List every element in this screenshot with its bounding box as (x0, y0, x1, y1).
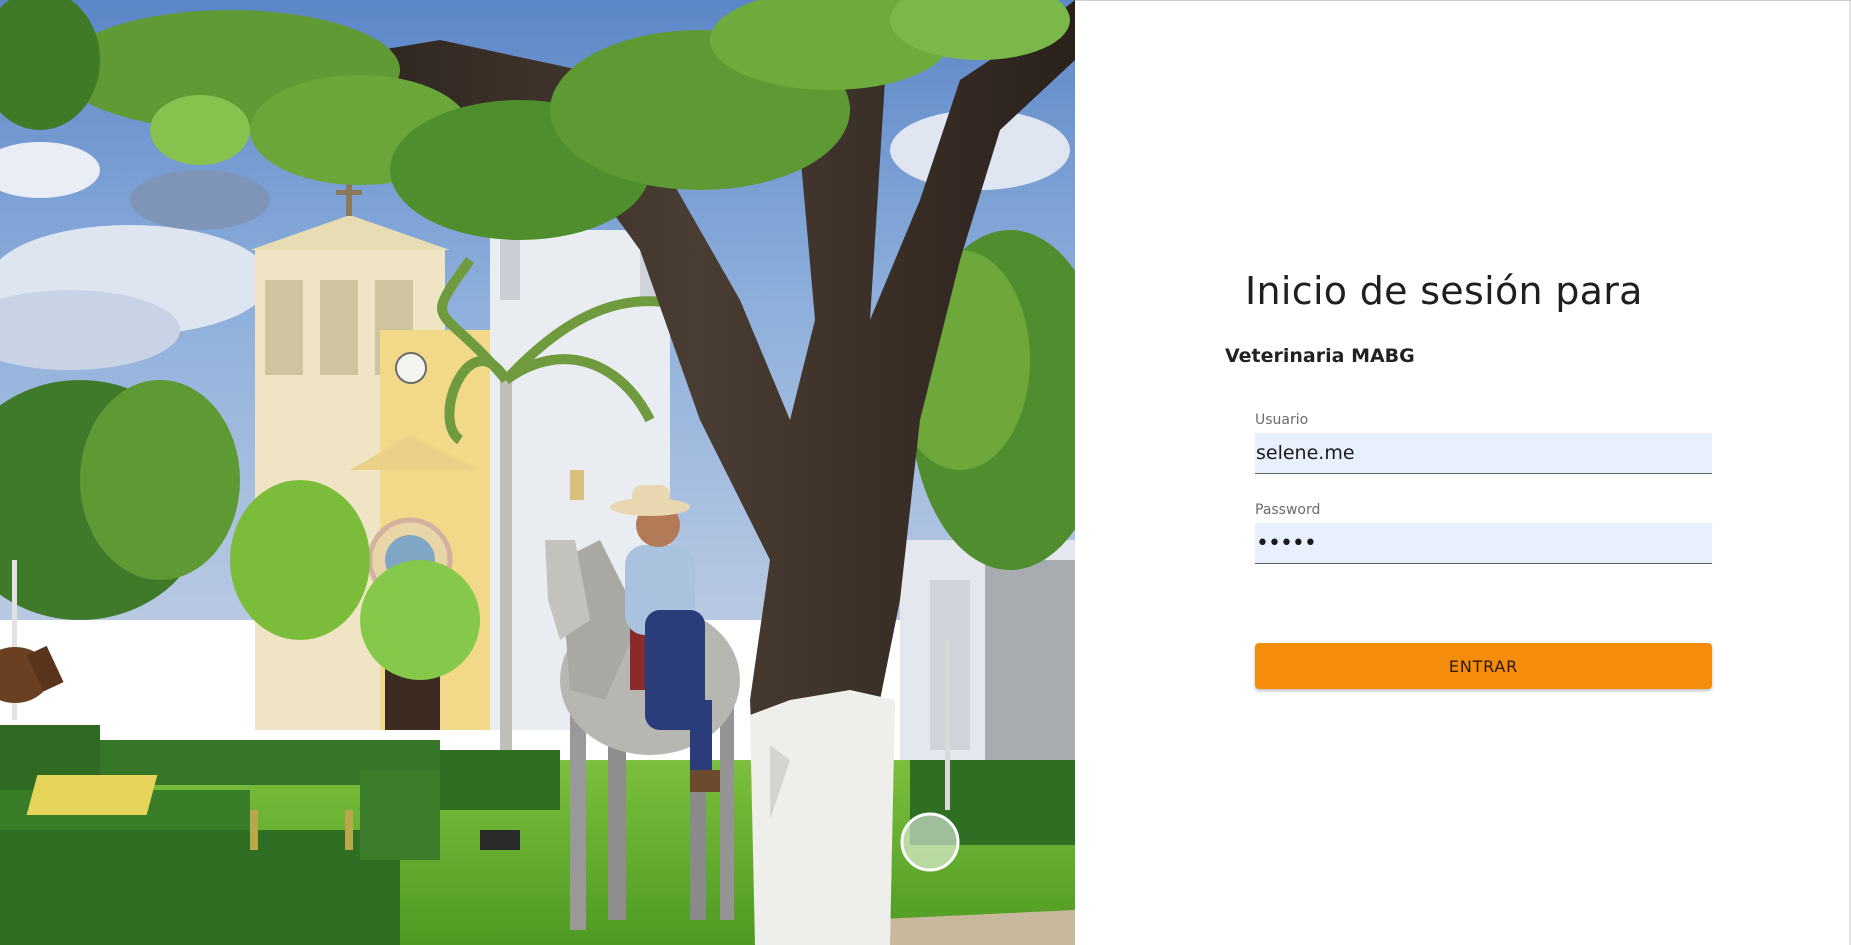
login-title: Inicio de sesión para (1245, 269, 1643, 313)
login-page: Inicio de sesión para Veterinaria MABG U… (0, 0, 1851, 945)
password-input[interactable] (1255, 523, 1712, 564)
password-field: Password (1255, 502, 1712, 564)
username-label: Usuario (1255, 412, 1309, 428)
username-input[interactable] (1255, 433, 1712, 474)
login-panel: Inicio de sesión para Veterinaria MABG U… (1075, 0, 1851, 945)
password-label: Password (1255, 502, 1321, 518)
username-field: Usuario (1255, 412, 1712, 474)
hero-photo (0, 0, 1075, 945)
clinic-name: Veterinaria MABG (1225, 345, 1415, 367)
login-submit-button[interactable]: ENTRAR (1255, 643, 1712, 689)
